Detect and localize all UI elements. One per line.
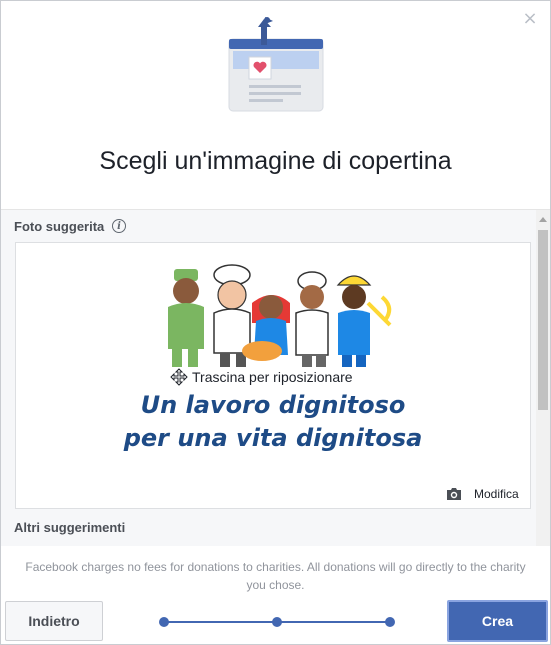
donation-fees-note: Facebook charges no fees for donations t… xyxy=(25,560,526,592)
drag-hint-text: Trascina per riposizionare xyxy=(192,369,353,385)
more-suggestions-label: Altri suggerimenti xyxy=(14,520,126,535)
camera-icon xyxy=(447,488,461,500)
edit-photo-button[interactable]: Modifica xyxy=(436,480,530,508)
info-icon[interactable]: i xyxy=(112,219,126,233)
dialog-title: Scegli un'immagine di copertina xyxy=(99,147,452,175)
close-icon[interactable]: × xyxy=(522,10,538,28)
create-fundraiser-dialog: × Scegli un'immagine di copertina Foto s… xyxy=(0,0,551,645)
scrollbar-thumb[interactable] xyxy=(538,230,548,410)
progress-stepper xyxy=(159,616,395,628)
create-button[interactable]: Crea xyxy=(447,600,548,642)
suggestions-scroll-area[interactable]: Foto suggerita i Trascina per riposizion… xyxy=(1,209,550,546)
workers-illustration xyxy=(168,264,392,367)
step-3-dot xyxy=(385,617,395,627)
scrollbar[interactable] xyxy=(536,210,550,546)
cover-photo-illustration xyxy=(228,17,324,112)
scroll-up-arrow-icon[interactable] xyxy=(539,217,547,222)
slogan-line-1: Un lavoro dignitoso xyxy=(140,391,406,419)
move-icon xyxy=(170,368,188,386)
slogan-line-2: per una vita dignitosa xyxy=(123,424,423,452)
suggested-photo-label: Foto suggerita xyxy=(14,219,105,234)
cover-photo-preview[interactable]: Trascina per riposizionare Un lavoro dig… xyxy=(15,242,531,509)
drag-to-reposition-hint: Trascina per riposizionare xyxy=(170,367,353,387)
step-1-dot xyxy=(159,617,169,627)
back-button[interactable]: Indietro xyxy=(5,601,103,641)
step-2-dot xyxy=(272,617,282,627)
edit-photo-label: Modifica xyxy=(474,487,519,501)
